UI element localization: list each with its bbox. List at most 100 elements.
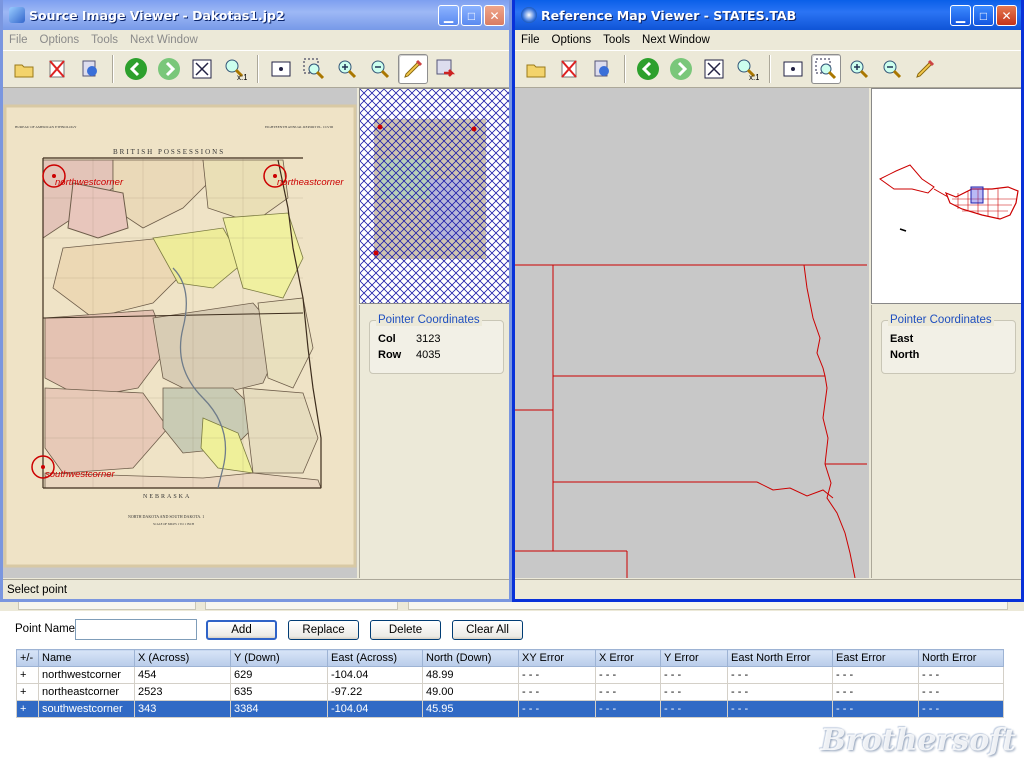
table-cell[interactable]: 343 xyxy=(134,700,231,718)
center-point-icon[interactable] xyxy=(778,54,808,84)
pencil-icon[interactable] xyxy=(398,54,428,84)
table-cell[interactable]: + xyxy=(16,666,39,684)
source-titlebar[interactable]: Source Image Viewer - Dakotas1.jp2 ▁ □ ✕ xyxy=(3,0,509,30)
col-header[interactable]: East (Across) xyxy=(327,649,423,667)
table-cell[interactable]: -97.22 xyxy=(327,683,423,701)
reference-overview-panel[interactable] xyxy=(871,88,1022,304)
menu-file[interactable]: File xyxy=(521,34,540,46)
table-cell[interactable]: -104.04 xyxy=(327,666,423,684)
table-cell[interactable]: - - - xyxy=(918,666,1004,684)
col-header[interactable]: Name xyxy=(38,649,135,667)
col-header[interactable]: X (Across) xyxy=(134,649,231,667)
delete-button[interactable]: Delete xyxy=(370,620,441,640)
table-cell[interactable]: 635 xyxy=(230,683,328,701)
col-header[interactable]: +/- xyxy=(16,649,39,667)
clear-icon[interactable] xyxy=(42,54,72,84)
table-cell[interactable]: + xyxy=(16,683,39,701)
table-cell[interactable]: - - - xyxy=(595,700,661,718)
zoom-1-to-1-icon[interactable]: x:1 xyxy=(732,54,762,84)
reference-titlebar[interactable]: Reference Map Viewer - STATES.TAB ▁ □ ✕ xyxy=(515,0,1021,30)
col-header[interactable]: East Error xyxy=(832,649,919,667)
table-cell[interactable]: 3384 xyxy=(230,700,328,718)
col-header[interactable]: Y Error xyxy=(660,649,728,667)
open-folder-icon[interactable] xyxy=(9,54,39,84)
back-arrow-icon[interactable] xyxy=(633,54,663,84)
table-cell[interactable]: northeastcorner xyxy=(38,683,135,701)
zoom-out-icon[interactable] xyxy=(365,54,395,84)
clear-icon[interactable] xyxy=(554,54,584,84)
table-cell[interactable]: - - - xyxy=(660,700,728,718)
menu-options[interactable]: Options xyxy=(552,34,592,46)
overview-extent-box[interactable] xyxy=(970,186,984,204)
properties-icon[interactable] xyxy=(75,54,105,84)
menu-tools[interactable]: Tools xyxy=(91,34,118,46)
pencil-icon[interactable] xyxy=(910,54,940,84)
forward-arrow-icon[interactable] xyxy=(666,54,696,84)
menu-next-window[interactable]: Next Window xyxy=(130,34,198,46)
table-cell[interactable]: -104.04 xyxy=(327,700,423,718)
zoom-box-icon[interactable] xyxy=(811,54,841,84)
center-point-icon[interactable] xyxy=(266,54,296,84)
zoom-out-icon[interactable] xyxy=(877,54,907,84)
add-button[interactable]: Add xyxy=(206,620,277,640)
reference-states-map[interactable] xyxy=(515,88,869,578)
table-cell[interactable]: + xyxy=(16,700,39,718)
table-cell[interactable]: southwestcorner xyxy=(38,700,135,718)
col-header[interactable]: North (Down) xyxy=(422,649,519,667)
clear-all-button[interactable]: Clear All xyxy=(452,620,523,640)
menu-file[interactable]: File xyxy=(9,34,28,46)
maximize-icon[interactable]: □ xyxy=(973,5,994,26)
zoom-in-icon[interactable] xyxy=(332,54,362,84)
back-arrow-icon[interactable] xyxy=(121,54,151,84)
table-cell[interactable]: - - - xyxy=(832,700,919,718)
zoom-box-icon[interactable] xyxy=(299,54,329,84)
zoom-1-to-1-icon[interactable]: x:1 xyxy=(220,54,250,84)
menu-next-window[interactable]: Next Window xyxy=(642,34,710,46)
zoom-in-icon[interactable] xyxy=(844,54,874,84)
minimize-icon[interactable]: ▁ xyxy=(950,5,971,26)
table-cell[interactable]: 45.95 xyxy=(422,700,519,718)
table-cell[interactable]: - - - xyxy=(660,666,728,684)
table-cell[interactable]: northwestcorner xyxy=(38,666,135,684)
table-cell[interactable]: - - - xyxy=(918,683,1004,701)
table-row[interactable]: + northwestcorner 454 629 -104.04 48.99 … xyxy=(16,666,1004,684)
table-row[interactable]: + northeastcorner 2523 635 -97.22 49.00 … xyxy=(16,683,1004,701)
menu-options[interactable]: Options xyxy=(40,34,80,46)
table-cell[interactable]: 629 xyxy=(230,666,328,684)
table-cell[interactable]: - - - xyxy=(918,700,1004,718)
zoom-extent-icon[interactable] xyxy=(187,54,217,84)
table-cell[interactable]: 49.00 xyxy=(422,683,519,701)
table-cell[interactable]: - - - xyxy=(595,666,661,684)
table-cell[interactable]: - - - xyxy=(727,666,833,684)
close-icon[interactable]: ✕ xyxy=(484,5,505,26)
table-cell[interactable]: 48.99 xyxy=(422,666,519,684)
close-icon[interactable]: ✕ xyxy=(996,5,1017,26)
table-cell[interactable]: 454 xyxy=(134,666,231,684)
table-row-selected[interactable]: + southwestcorner 343 3384 -104.04 45.95… xyxy=(16,700,1004,718)
table-cell[interactable]: - - - xyxy=(727,683,833,701)
export-icon[interactable] xyxy=(431,54,461,84)
table-cell[interactable]: - - - xyxy=(518,700,596,718)
table-cell[interactable]: - - - xyxy=(518,666,596,684)
table-cell[interactable]: - - - xyxy=(832,666,919,684)
col-header[interactable]: Y (Down) xyxy=(230,649,328,667)
historical-map-image[interactable]: BUREAU OF AMERICAN ETHNOLOGY EIGHTEENTH … xyxy=(3,88,357,578)
col-header[interactable]: X Error xyxy=(595,649,661,667)
table-cell[interactable]: - - - xyxy=(660,683,728,701)
maximize-icon[interactable]: □ xyxy=(461,5,482,26)
source-overview-thumbnail[interactable] xyxy=(360,89,510,303)
table-cell[interactable]: - - - xyxy=(832,683,919,701)
forward-arrow-icon[interactable] xyxy=(154,54,184,84)
table-cell[interactable]: - - - xyxy=(727,700,833,718)
table-cell[interactable]: - - - xyxy=(595,683,661,701)
point-name-input[interactable] xyxy=(75,619,197,640)
source-overview-panel[interactable] xyxy=(359,88,510,304)
open-folder-icon[interactable] xyxy=(521,54,551,84)
menu-tools[interactable]: Tools xyxy=(603,34,630,46)
usa-overview-map[interactable] xyxy=(872,89,1022,303)
replace-button[interactable]: Replace xyxy=(288,620,359,640)
col-header[interactable]: XY Error xyxy=(518,649,596,667)
reference-map-area[interactable] xyxy=(515,88,869,578)
source-image-area[interactable]: BUREAU OF AMERICAN ETHNOLOGY EIGHTEENTH … xyxy=(3,88,357,578)
minimize-icon[interactable]: ▁ xyxy=(438,5,459,26)
